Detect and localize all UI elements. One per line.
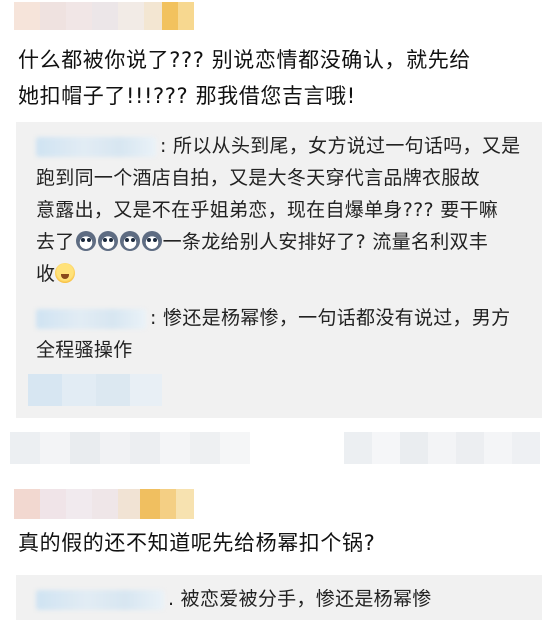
reply-text: 去了 一条龙给别人安排好了? 流量名利双丰 <box>36 226 530 258</box>
reply-text-line: : 所以从头到尾，女方说过一句话吗，又是 <box>160 135 521 157</box>
reply-text: . 被恋爱被分手，惨还是杨幂惨 <box>36 583 530 615</box>
comment-text: 真的假的还不知道呢先给杨幂扣个锅? <box>18 525 528 561</box>
reply-username-blurred[interactable] <box>36 136 156 157</box>
flushed-face-icon <box>55 263 76 283</box>
comment-text-line: 真的假的还不知道呢先给杨幂扣个锅? <box>18 531 376 555</box>
reply-text-line: 全程骚操作 <box>36 339 133 361</box>
comment-text-line: 她扣帽子了!!!??? 那我借您吉言哦! <box>18 84 356 108</box>
reply-text-line: 意露出，又是不在乎姐弟恋，现在自爆单身??? 要干嘛 <box>36 199 499 221</box>
reply-text: 跑到同一个酒店自拍，又是大冬天穿代言品牌衣服故 <box>36 162 530 194</box>
reply-box: . 被恋爱被分手，惨还是杨幂惨 <box>16 575 542 620</box>
more-replies-link-blurred[interactable] <box>28 374 162 406</box>
reply-text-line: 跑到同一个酒店自拍，又是大冬天穿代言品牌衣服故 <box>36 167 480 189</box>
reply-box: : 所以从头到尾，女方说过一句话吗，又是 跑到同一个酒店自拍，又是大冬天穿代言品… <box>16 122 542 418</box>
reply-text: : 所以从头到尾，女方说过一句话吗，又是 <box>36 130 530 162</box>
reply-text-line: 一条龙给别人安排好了? 流量名利双丰 <box>162 231 489 253</box>
reply-username-blurred[interactable] <box>36 308 146 329</box>
scared-face-icon <box>119 231 140 251</box>
comment-item: 什么都被你说了??? 别说恋情都没确认，就先给 她扣帽子了!!!??? 那我借您… <box>0 0 542 475</box>
comment-text: 什么都被你说了??? 别说恋情都没确认，就先给 她扣帽子了!!!??? 那我借您… <box>18 42 528 114</box>
scared-face-icon <box>75 231 96 251</box>
reply-username-blurred[interactable] <box>36 589 164 610</box>
reply-text-line: . 被恋爱被分手，惨还是杨幂惨 <box>168 588 432 610</box>
scared-face-icon <box>97 231 118 251</box>
comment-text-line: 什么都被你说了??? 别说恋情都没确认，就先给 <box>18 48 471 72</box>
username-blurred[interactable] <box>14 489 194 519</box>
username-blurred[interactable] <box>14 2 194 30</box>
scared-face-icon <box>141 231 162 251</box>
comment-item: 真的假的还不知道呢先给杨幂扣个锅? . 被恋爱被分手，惨还是杨幂惨 <box>0 475 542 620</box>
reply-text: 意露出，又是不在乎姐弟恋，现在自爆单身??? 要干嘛 <box>36 194 530 226</box>
reply-text: 全程骚操作 <box>36 334 530 366</box>
reply-text-line: : 惨还是杨幂惨，一句话都没有说过，男方 <box>150 307 511 329</box>
comment-meta-blurred <box>10 432 250 464</box>
reply-text-line: 去了 <box>36 231 75 253</box>
reply-text: : 惨还是杨幂惨，一句话都没有说过，男方 <box>36 302 530 334</box>
reply-text-line: 收 <box>36 263 56 285</box>
reply-text: 收 <box>36 258 530 290</box>
comment-actions-blurred[interactable] <box>344 432 540 464</box>
